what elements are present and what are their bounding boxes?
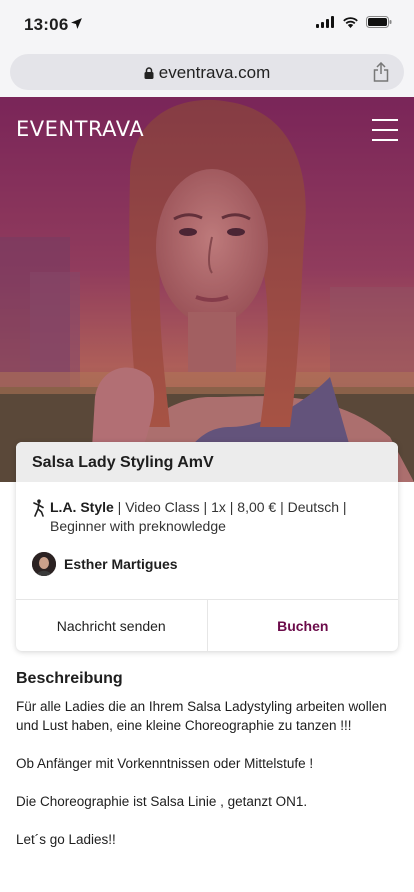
event-card: Salsa Lady Styling AmV L.A. Style | Vide… — [16, 442, 398, 651]
browser-address-area: eventrava.com — [0, 50, 414, 97]
teacher-avatar[interactable] — [32, 552, 56, 576]
hamburger-menu-icon[interactable] — [372, 119, 398, 141]
hero-photo — [0, 97, 414, 482]
description-paragraph: Let´s go Ladies!! — [16, 832, 116, 847]
card-actions: Nachricht senden Buchen — [16, 599, 398, 651]
description-paragraph: Für alle Ladies die an Ihrem Salsa Ladys… — [16, 699, 387, 733]
teacher-name[interactable]: Esther Martigues — [64, 556, 178, 572]
battery-icon — [366, 16, 392, 28]
description-paragraph: Ob Anfänger mit Vorkenntnissen oder Mitt… — [16, 756, 314, 771]
location-arrow-icon — [71, 18, 82, 29]
description-heading: Beschreibung — [16, 670, 123, 687]
send-message-button[interactable]: Nachricht senden — [16, 600, 208, 651]
description-body: Für alle Ladies die an Ihrem Salsa Ladys… — [16, 697, 404, 868]
status-time: 13:06 — [24, 15, 69, 34]
teacher[interactable]: Esther Martigues — [32, 552, 178, 576]
hero-image: EVENTRAVA — [0, 97, 414, 482]
book-button[interactable]: Buchen — [208, 600, 399, 651]
dancer-icon — [33, 499, 44, 517]
event-details: L.A. Style | Video Class | 1x | 8,00 € |… — [32, 498, 382, 536]
description-paragraph: Die Choreographie ist Salsa Linie , geta… — [16, 794, 308, 809]
url-text: eventrava.com — [158, 63, 271, 82]
share-icon[interactable] — [372, 62, 390, 82]
address-bar[interactable]: eventrava.com — [10, 54, 404, 90]
wifi-icon — [343, 17, 358, 28]
lock-icon — [144, 67, 154, 79]
event-style: L.A. Style — [50, 499, 114, 515]
eventrava-logo[interactable]: EVENTRAVA — [16, 117, 144, 141]
cellular-signal-icon — [316, 16, 334, 28]
event-title: Salsa Lady Styling AmV — [16, 442, 398, 482]
status-indicators — [316, 16, 392, 28]
status-bar: 13:06 — [0, 0, 414, 50]
url-display[interactable]: eventrava.com — [10, 63, 404, 83]
